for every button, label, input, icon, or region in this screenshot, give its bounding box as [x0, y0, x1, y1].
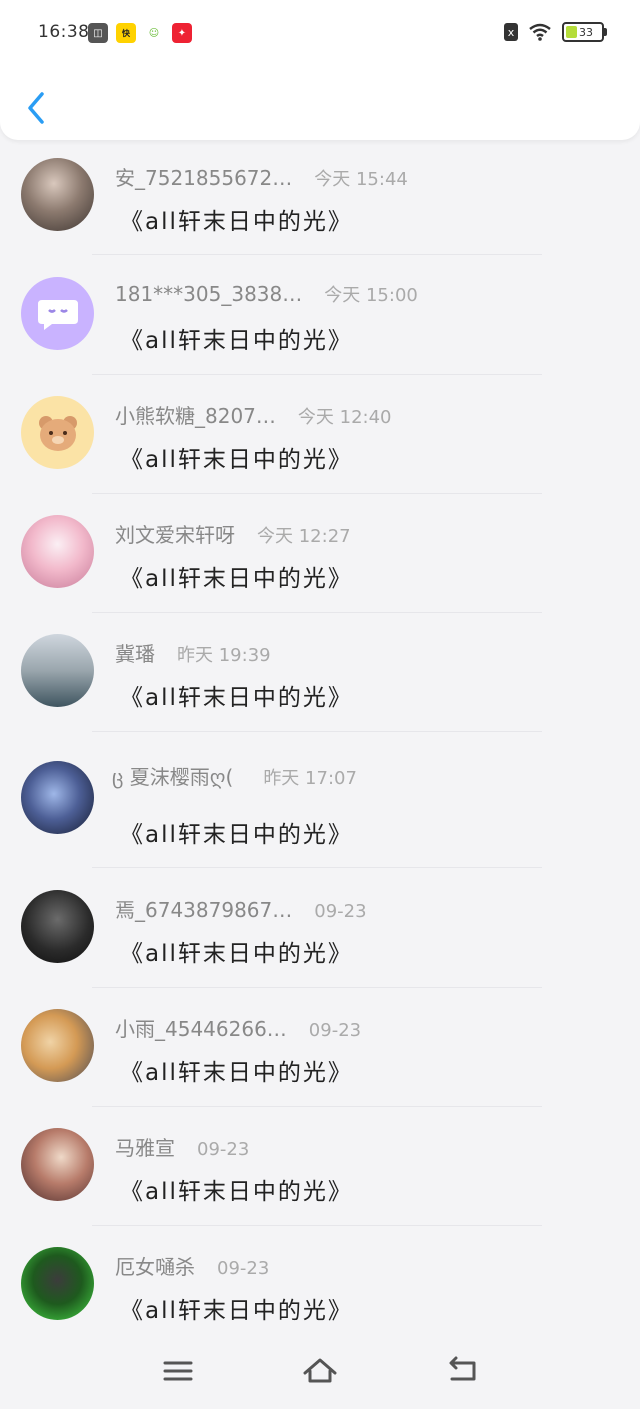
- avatar[interactable]: [21, 1247, 94, 1320]
- comment-time: 09-23: [314, 901, 367, 922]
- divider: [92, 1106, 542, 1107]
- app-icon-face: ☺: [148, 27, 160, 39]
- list-item[interactable]: 焉_6743879867… 09-23 《all轩末日中的光》: [0, 872, 640, 991]
- avatar[interactable]: [21, 634, 94, 707]
- avatar[interactable]: [21, 761, 94, 834]
- list-item[interactable]: 小熊软糖_8207… 今天 12:40 《all轩末日中的光》: [0, 378, 640, 497]
- list-item[interactable]: ც 夏沫樱雨ღ( 昨天 17:07 《all轩末日中的光》: [0, 735, 640, 872]
- comment-text[interactable]: 《all轩末日中的光》: [120, 1172, 353, 1206]
- username[interactable]: 安_7521855672…: [115, 162, 292, 191]
- list-item[interactable]: 冀璠 昨天 19:39 《all轩末日中的光》: [0, 616, 640, 735]
- username[interactable]: ც 夏沫樱雨ღ(: [112, 761, 233, 790]
- comment-text[interactable]: 《all轩末日中的光》: [120, 1053, 353, 1087]
- avatar[interactable]: [21, 158, 94, 231]
- avatar[interactable]: [21, 396, 94, 469]
- comment-text[interactable]: 《all轩末日中的光》: [120, 1291, 353, 1325]
- username[interactable]: 焉_6743879867…: [115, 894, 292, 923]
- list-item[interactable]: 小雨_45446266… 09-23 《all轩末日中的光》: [0, 991, 640, 1110]
- divider: [92, 374, 542, 375]
- username[interactable]: 181***305_3838…: [115, 282, 302, 306]
- system-nav-bar: [0, 1339, 640, 1409]
- comment-text[interactable]: 《all轩末日中的光》: [120, 934, 353, 968]
- menu-icon[interactable]: [158, 1353, 198, 1389]
- divider: [92, 987, 542, 988]
- back-icon[interactable]: [442, 1353, 482, 1389]
- divider: [92, 1225, 542, 1226]
- wifi-icon: [529, 23, 551, 41]
- comment-time: 09-23: [217, 1258, 270, 1279]
- status-time: 16:38: [38, 22, 90, 42]
- divider: [92, 493, 542, 494]
- top-header: 16:38 ◫ 快 ☺ ✦ x 33: [0, 0, 640, 140]
- username[interactable]: 小雨_45446266…: [115, 1013, 287, 1042]
- bear-icon: [38, 415, 77, 451]
- sim-icon: x: [504, 23, 518, 41]
- username[interactable]: 刘文爱宋轩呀: [115, 519, 235, 548]
- avatar[interactable]: [21, 1009, 94, 1082]
- list-item[interactable]: 181***305_3838… 今天 15:00 《all轩末日中的光》: [0, 259, 640, 378]
- chat-bubble-icon: [37, 299, 78, 330]
- list-item[interactable]: 刘文爱宋轩呀 今天 12:27 《all轩末日中的光》: [0, 497, 640, 616]
- comment-time: 昨天 19:39: [177, 645, 271, 666]
- divider: [92, 612, 542, 613]
- comment-text[interactable]: 《all轩末日中的光》: [120, 440, 353, 474]
- comment-list: 安_7521855672… 今天 15:44 《all轩末日中的光》 181**…: [0, 140, 640, 1348]
- comment-time: 09-23: [197, 1139, 250, 1160]
- list-item[interactable]: 马雅宣 09-23 《all轩末日中的光》: [0, 1110, 640, 1229]
- comment-time: 今天 15:00: [324, 285, 418, 306]
- list-item[interactable]: 安_7521855672… 今天 15:44 《all轩末日中的光》: [0, 140, 640, 259]
- avatar[interactable]: [21, 515, 94, 588]
- avatar[interactable]: [21, 277, 94, 350]
- app-icon-kuaidi: 快: [116, 23, 136, 43]
- comment-time: 今天 12:27: [257, 526, 351, 547]
- status-right: x 33: [504, 22, 607, 42]
- list-item[interactable]: 厄女嗵杀 09-23 《all轩末日中的光》: [0, 1229, 640, 1348]
- app-icon: ◫: [88, 23, 108, 43]
- comment-time: 今天 12:40: [297, 407, 392, 428]
- battery-icon: 33: [562, 22, 607, 42]
- username[interactable]: 马雅宣: [115, 1132, 175, 1161]
- comment-text[interactable]: 《all轩末日中的光》: [120, 678, 353, 712]
- comment-time: 昨天 17:07: [263, 768, 357, 789]
- comment-text[interactable]: 《all轩末日中的光》: [120, 559, 353, 593]
- notification-icons: ◫ 快 ☺ ✦: [88, 23, 192, 43]
- username[interactable]: 冀璠: [115, 638, 155, 667]
- divider: [92, 254, 542, 255]
- username[interactable]: 厄女嗵杀: [115, 1251, 195, 1280]
- username[interactable]: 小熊软糖_8207…: [115, 400, 276, 429]
- chevron-left-icon[interactable]: [22, 88, 52, 128]
- app-icon-red: ✦: [172, 23, 192, 43]
- home-icon[interactable]: [300, 1353, 340, 1389]
- comment-text[interactable]: 《all轩末日中的光》: [120, 321, 353, 355]
- comment-time: 09-23: [308, 1020, 362, 1041]
- avatar[interactable]: [21, 1128, 94, 1201]
- divider: [92, 867, 542, 868]
- avatar[interactable]: [21, 890, 94, 963]
- comment-text[interactable]: 《all轩末日中的光》: [120, 202, 353, 236]
- comment-time: 今天 15:44: [314, 169, 408, 190]
- comment-text[interactable]: 《all轩末日中的光》: [120, 815, 353, 849]
- divider: [92, 731, 542, 732]
